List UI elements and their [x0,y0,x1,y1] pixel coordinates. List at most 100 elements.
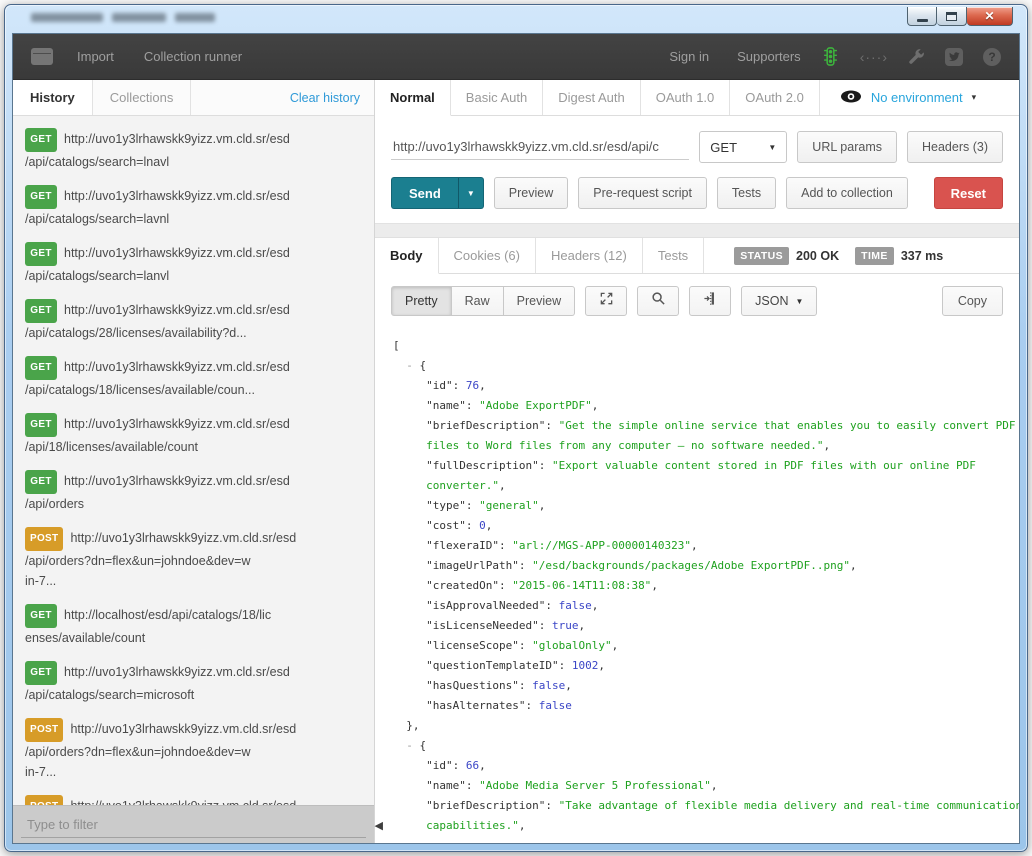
sidebar-tabs: History Collections Clear history [13,80,374,116]
response-body-code[interactable]: [ - { "id": 76, "name": "Adobe ExportPDF… [375,328,1019,843]
url-input[interactable] [391,134,689,160]
send-button[interactable]: Send [391,177,458,209]
code-line: "isApprovalNeeded": false, [393,596,1019,616]
search-button[interactable] [637,286,679,316]
history-item-url: POSThttp://uvo1y3lrhawskk9yizz.vm.cld.sr… [25,718,362,742]
method-value: GET [710,140,737,155]
language-value: JSON [755,294,788,308]
action-row: Send ▼ Preview Pre-request script Tests … [375,172,1019,223]
language-select[interactable]: JSON ▼ [741,286,817,316]
clear-history-link[interactable]: Clear history [290,91,374,105]
code-line: "id": 66, [393,756,1019,776]
code-line: "hasAlternates": false [393,696,1019,716]
history-item[interactable]: POSThttp://uvo1y3lrhawskk9yizz.vm.cld.sr… [13,710,374,787]
code-line: "isLicenseNeeded": true, [393,616,1019,636]
add-to-collection-button[interactable]: Add to collection [786,177,908,209]
chevron-down-icon: ▼ [467,189,475,198]
history-item-url: GEThttp://uvo1y3lrhawskk9yizz.vm.cld.sr/… [25,128,362,152]
preview-button[interactable]: Preview [494,177,568,209]
filter-bar [13,805,374,843]
tests-button[interactable]: Tests [717,177,776,209]
history-item[interactable]: GEThttp://localhost/esd/api/catalogs/18/… [13,596,374,653]
request-response-panel: Normal Basic Auth Digest Auth OAuth 1.0 … [375,80,1019,843]
tab-history[interactable]: History [13,80,93,115]
tab-oauth-1[interactable]: OAuth 1.0 [641,80,731,115]
history-item[interactable]: GEThttp://uvo1y3lrhawskk9yizz.vm.cld.sr/… [13,291,374,348]
preview-view-button[interactable]: Preview [504,286,575,316]
history-item-url-wrap: in-7... [25,571,362,591]
code-line: [ [393,336,1019,356]
history-item-url-wrap: /api/18/licenses/available/count [25,437,362,457]
collapse-sidebar-icon[interactable]: ◀ [375,819,383,832]
history-item[interactable]: GEThttp://uvo1y3lrhawskk9yizz.vm.cld.sr/… [13,177,374,234]
code-line: "cost": 0, [393,516,1019,536]
history-item-url: GEThttp://uvo1y3lrhawskk9yizz.vm.cld.sr/… [25,242,362,266]
history-item-url: GEThttp://localhost/esd/api/catalogs/18/… [25,604,362,628]
history-item[interactable]: GEThttp://uvo1y3lrhawskk9yizz.vm.cld.sr/… [13,462,374,519]
url-params-button[interactable]: URL params [797,131,897,163]
formatter-toolbar: Pretty Raw Preview JSON ▼ [375,274,1019,328]
collections-drawer-icon[interactable] [31,48,53,65]
minimize-button[interactable] [907,7,937,26]
code-snippet-icon[interactable]: ‹···› [860,49,888,65]
history-item[interactable]: GEThttp://uvo1y3lrhawskk9yizz.vm.cld.sr/… [13,348,374,405]
tab-body[interactable]: Body [375,238,439,274]
main-content: History Collections Clear history GEThtt… [13,80,1019,843]
close-icon: ✕ [984,8,994,25]
collapse-indent-button[interactable] [689,286,731,316]
reset-button[interactable]: Reset [934,177,1003,209]
close-button[interactable]: ✕ [967,7,1013,26]
history-item-url-wrap: in-7... [25,762,362,782]
history-item[interactable]: POSThttp://uvo1y3lrhawskk9yizz.vm.cld.sr… [13,519,374,596]
tab-collections[interactable]: Collections [93,80,192,115]
method-select[interactable]: GET ▼ [699,131,787,163]
code-line: "type": "general", [393,496,1019,516]
tab-resp-tests[interactable]: Tests [643,238,704,273]
history-item-url: GEThttp://uvo1y3lrhawskk9yizz.vm.cld.sr/… [25,413,362,437]
environment-selector[interactable]: No environment ▾ [840,80,976,115]
auth-tabs: Normal Basic Auth Digest Auth OAuth 1.0 … [375,80,1019,116]
raw-button[interactable]: Raw [452,286,504,316]
prerequest-script-button[interactable]: Pre-request script [578,177,707,209]
tab-basic-auth[interactable]: Basic Auth [451,80,543,115]
twitter-icon[interactable] [945,48,963,66]
tab-normal[interactable]: Normal [375,80,451,116]
history-list[interactable]: GEThttp://uvo1y3lrhawskk9yizz.vm.cld.sr/… [13,116,374,805]
maximize-button[interactable] [937,7,967,26]
traffic-light-icon[interactable] [821,47,840,66]
help-icon[interactable]: ? [983,48,1001,66]
supporters-button[interactable]: Supporters [737,49,801,64]
send-options-button[interactable]: ▼ [458,177,484,209]
titlebar: ✕ [5,5,1027,33]
tab-digest-auth[interactable]: Digest Auth [543,80,641,115]
history-item-url: GEThttp://uvo1y3lrhawskk9yizz.vm.cld.sr/… [25,470,362,494]
method-badge: GET [25,470,57,494]
method-badge: GET [25,128,57,152]
copy-button[interactable]: Copy [942,286,1003,316]
collection-runner-button[interactable]: Collection runner [144,49,242,64]
code-line: - { [393,356,1019,376]
code-line: "flexeraID": "arl://MGS-APP-00000140323"… [393,536,1019,556]
history-item-url-wrap: /api/catalogs/28/licenses/availability?d… [25,323,362,343]
history-item-url-wrap: /api/catalogs/search=lavnl [25,209,362,229]
history-item[interactable]: GEThttp://uvo1y3lrhawskk9yizz.vm.cld.sr/… [13,405,374,462]
history-item[interactable]: GEThttp://uvo1y3lrhawskk9yizz.vm.cld.sr/… [13,120,374,177]
history-item[interactable]: GEThttp://uvo1y3lrhawskk9yizz.vm.cld.sr/… [13,234,374,291]
filter-input[interactable] [27,817,333,832]
import-button[interactable]: Import [77,49,114,64]
tab-oauth-2[interactable]: OAuth 2.0 [730,80,820,115]
history-item[interactable]: POSThttp://uvo1y3lrhawskk9yizz.vm.cld.sr… [13,787,374,805]
code-line: "licenseScope": "globalOnly", [393,636,1019,656]
response-tabs: Body Cookies (6) Headers (12) Tests STAT… [375,238,1019,274]
pretty-button[interactable]: Pretty [391,286,452,316]
headers-button[interactable]: Headers (3) [907,131,1003,163]
sign-in-button[interactable]: Sign in [669,49,709,64]
code-line: "createdOn": "2015-06-14T11:08:38", [393,576,1019,596]
history-item[interactable]: GEThttp://uvo1y3lrhawskk9yizz.vm.cld.sr/… [13,653,374,710]
status-badge: STATUS [734,247,789,265]
wrench-icon[interactable] [908,48,925,65]
code-line: - { [393,736,1019,756]
tab-cookies[interactable]: Cookies (6) [439,238,536,273]
tab-resp-headers[interactable]: Headers (12) [536,238,643,273]
expand-button[interactable] [585,286,627,316]
